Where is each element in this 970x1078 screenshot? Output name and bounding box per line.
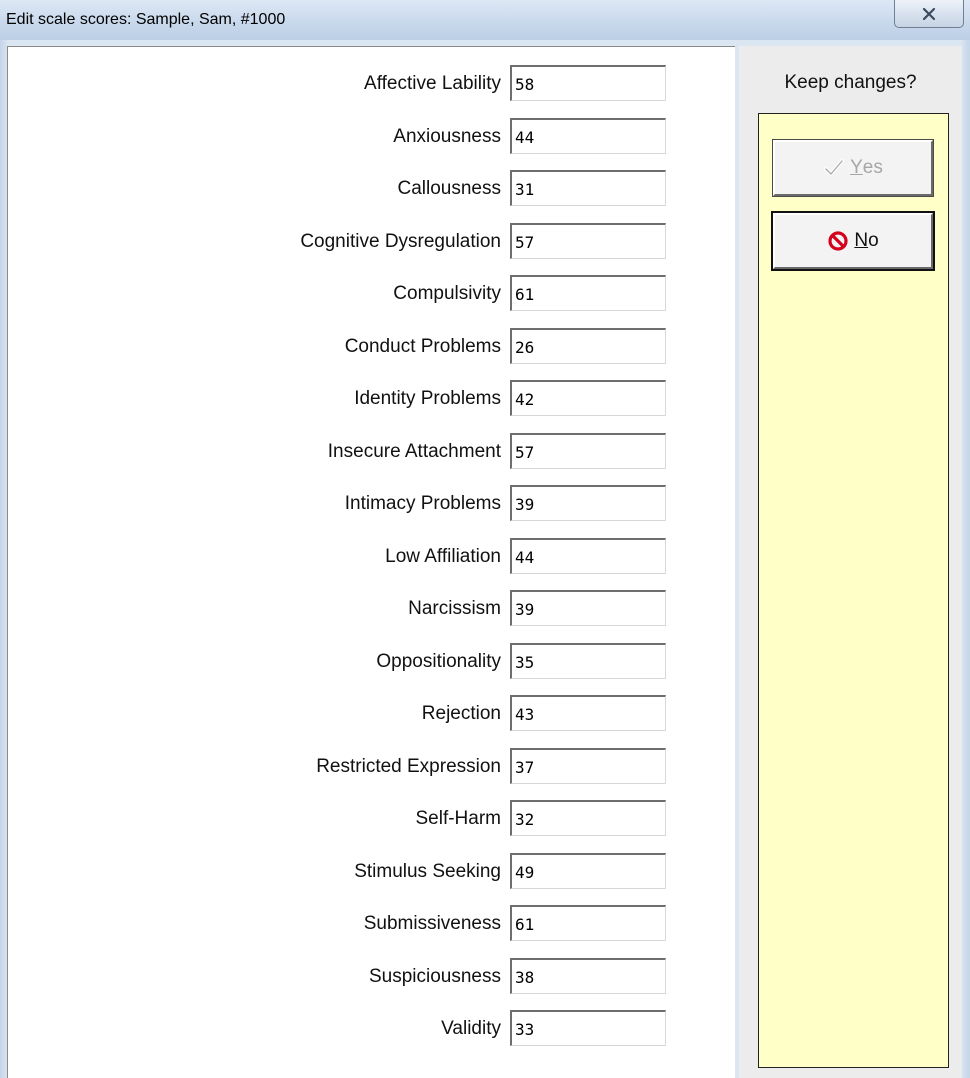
scale-label: Intimacy Problems	[344, 493, 501, 514]
scale-score-input[interactable]	[510, 65, 666, 101]
close-x-icon	[922, 7, 936, 20]
window-title: Edit scale scores: Sample, Sam, #1000	[6, 11, 286, 28]
window-frame-right	[962, 40, 970, 1078]
scale-score-input[interactable]	[510, 275, 666, 311]
scale-label: Rejection	[421, 703, 501, 724]
scale-score-input[interactable]	[510, 118, 666, 154]
scale-score-input[interactable]	[510, 328, 666, 364]
prohibited-icon	[827, 230, 849, 252]
scale-label: Anxiousness	[393, 126, 501, 147]
scale-score-input[interactable]	[510, 958, 666, 994]
scale-score-input[interactable]	[510, 170, 666, 206]
no-label-rest: o	[868, 230, 879, 251]
window-frame-left	[0, 40, 7, 1078]
scale-label: Cognitive Dysregulation	[300, 231, 501, 252]
scale-score-input[interactable]	[510, 643, 666, 679]
yes-mnemonic: Y	[850, 157, 863, 178]
no-button[interactable]: No	[771, 211, 935, 271]
scale-label: Compulsivity	[393, 283, 501, 304]
scale-label: Callousness	[397, 178, 502, 199]
scale-score-input[interactable]	[510, 853, 666, 889]
scale-label: Low Affiliation	[385, 546, 501, 567]
checkmark-icon	[823, 158, 845, 178]
scale-score-input[interactable]	[510, 538, 666, 574]
keep-changes-label: Keep changes?	[784, 72, 917, 93]
yes-button[interactable]: Yes	[772, 139, 934, 197]
scale-label: Validity	[441, 1018, 501, 1039]
scale-label: Submissiveness	[363, 913, 501, 934]
scale-score-input[interactable]	[510, 748, 666, 784]
scale-label: Insecure Attachment	[327, 441, 501, 462]
close-button[interactable]	[894, 0, 964, 28]
scale-label: Restricted Expression	[316, 756, 501, 777]
scale-label: Oppositionality	[376, 651, 501, 672]
scale-score-input[interactable]	[510, 223, 666, 259]
scale-label: Narcissism	[408, 598, 501, 619]
action-panel: Keep changes? Yes No	[739, 46, 962, 1078]
action-buttons-box: Yes No	[758, 113, 949, 1068]
scale-score-input[interactable]	[510, 695, 666, 731]
scale-score-input[interactable]	[510, 905, 666, 941]
yes-label-rest: es	[862, 157, 883, 178]
scale-score-input[interactable]	[510, 485, 666, 521]
scale-score-input[interactable]	[510, 1010, 666, 1046]
no-mnemonic: N	[854, 230, 869, 251]
scale-score-input[interactable]	[510, 590, 666, 626]
scale-label: Stimulus Seeking	[354, 861, 501, 882]
scale-scores-panel: Affective Lability Anxiousness Callousness…	[7, 46, 735, 1078]
scale-label: Conduct Problems	[344, 336, 501, 357]
scale-score-input[interactable]	[510, 380, 666, 416]
scale-label: Affective Lability	[364, 73, 501, 94]
scale-label: Identity Problems	[354, 388, 501, 409]
scale-label: Suspiciousness	[368, 966, 501, 987]
scale-label: Self-Harm	[415, 808, 501, 829]
scale-score-input[interactable]	[510, 800, 666, 836]
scale-score-input[interactable]	[510, 433, 666, 469]
title-bar: Edit scale scores: Sample, Sam, #1000	[0, 0, 970, 40]
